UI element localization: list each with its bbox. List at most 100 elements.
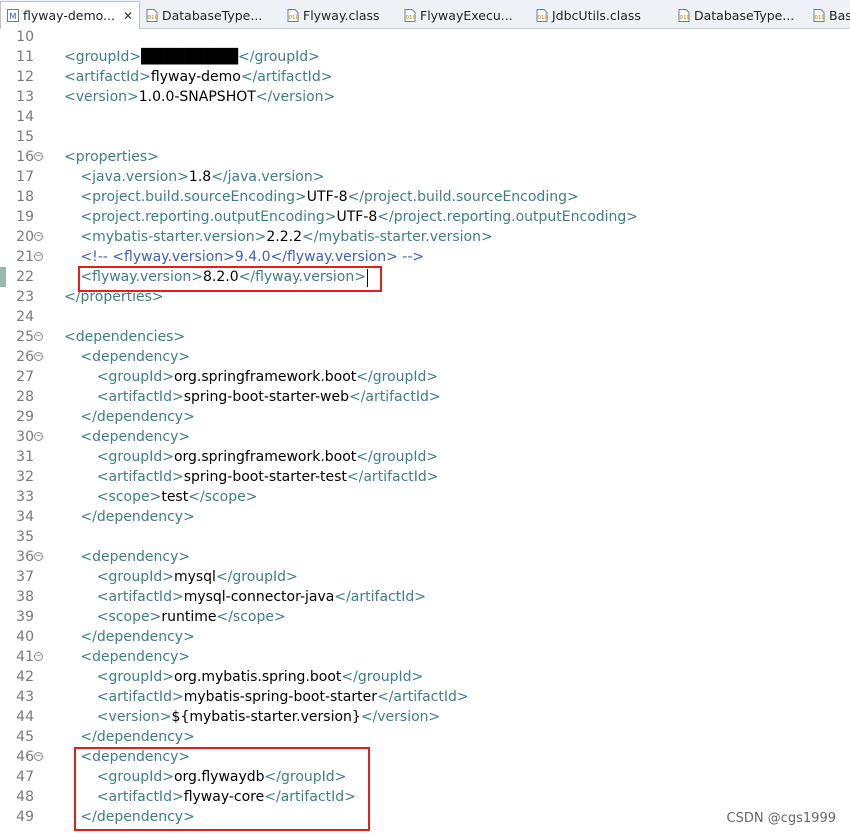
code-line[interactable]: 20− <mybatis-starter.version>2.2.2</mybat… xyxy=(0,227,850,247)
fold-toggle-icon[interactable]: − xyxy=(34,652,43,661)
fold-toggle-icon[interactable]: − xyxy=(34,552,43,561)
code-line[interactable]: 11 <groupId>█████████</groupId> xyxy=(0,47,850,67)
line-number: 32 xyxy=(16,469,34,485)
fold-toggle-icon[interactable]: − xyxy=(34,152,43,161)
line-number: 18 xyxy=(16,189,34,205)
code-line[interactable]: 31 <groupId>org.springframework.boot</gro… xyxy=(0,447,850,467)
highlight-box-flyway-version xyxy=(78,266,382,292)
code-line[interactable]: 44 <version>${mybatis-starter.version}</v… xyxy=(0,707,850,727)
code-text: <artifactId>spring-boot-starter-web</art… xyxy=(96,389,441,405)
code-line[interactable]: 39 <scope>runtime</scope> xyxy=(0,607,850,627)
code-text: <scope>runtime</scope> xyxy=(96,609,286,625)
code-text: <artifactId>mybatis-spring-boot-starter<… xyxy=(96,689,469,705)
line-number: 29 xyxy=(16,409,34,425)
change-marker xyxy=(0,267,6,287)
line-number: 37 xyxy=(16,569,34,585)
code-text: <artifactId>mysql-connector-java</artifa… xyxy=(96,589,426,605)
code-line[interactable]: 45 </dependency> xyxy=(0,727,850,747)
code-line[interactable]: 33 <scope>test</scope> xyxy=(0,487,850,507)
line-number: 44 xyxy=(16,709,34,725)
fold-toggle-icon[interactable]: − xyxy=(34,252,43,261)
code-line[interactable]: 35 xyxy=(0,527,850,547)
code-line[interactable]: 13 <version>1.0.0-SNAPSHOT</version> xyxy=(0,87,850,107)
code-text: <groupId>org.mybatis.spring.boot</groupI… xyxy=(96,669,424,685)
code-line[interactable]: 34 </dependency> xyxy=(0,507,850,527)
editor-tab[interactable]: 010 Flyway.class xyxy=(281,2,398,28)
line-number: 46 xyxy=(16,749,34,765)
close-icon[interactable]: ✕ xyxy=(123,9,133,23)
line-number: 34 xyxy=(16,509,34,525)
code-line[interactable]: 43 <artifactId>mybatis-spring-boot-starte… xyxy=(0,687,850,707)
fold-toggle-icon[interactable]: − xyxy=(34,332,43,341)
code-text: <dependencies> xyxy=(64,329,186,345)
editor-tab[interactable]: 010Base xyxy=(807,2,850,28)
code-text: <dependency> xyxy=(80,549,191,565)
line-number: 48 xyxy=(16,789,34,805)
code-line[interactable]: 12 <artifactId>flyway-demo</artifactId> xyxy=(0,67,850,87)
code-line[interactable]: 40 </dependency> xyxy=(0,627,850,647)
code-text: <project.reporting.outputEncoding>UTF-8<… xyxy=(80,209,639,225)
editor-tab[interactable]: 010 DatabaseType... xyxy=(672,2,807,28)
code-line[interactable]: 25− <dependencies> xyxy=(0,327,850,347)
class-file-icon: 010 xyxy=(678,8,690,22)
code-line[interactable]: 42 <groupId>org.mybatis.spring.boot</grou… xyxy=(0,667,850,687)
editor-tab[interactable]: 010 FlywayExecu... xyxy=(398,2,530,28)
code-text: <project.build.sourceEncoding>UTF-8</pro… xyxy=(80,189,579,205)
code-line[interactable]: 19 <project.reporting.outputEncoding>UTF-… xyxy=(0,207,850,227)
code-line[interactable]: 41− <dependency> xyxy=(0,647,850,667)
code-line[interactable]: 36− <dependency> xyxy=(0,547,850,567)
code-text: <mybatis-starter.version>2.2.2</mybatis-… xyxy=(80,229,493,245)
code-line[interactable]: 27 <groupId>org.springframework.boot</gro… xyxy=(0,367,850,387)
svg-text:010: 010 xyxy=(815,15,826,21)
line-number: 27 xyxy=(16,369,34,385)
code-line[interactable]: 32 <artifactId>spring-boot-starter-test</… xyxy=(0,467,850,487)
code-line[interactable]: 14 xyxy=(0,107,850,127)
line-number: 38 xyxy=(16,589,34,605)
line-number: 35 xyxy=(16,529,34,545)
code-line[interactable]: 16− <properties> xyxy=(0,147,850,167)
fold-toggle-icon[interactable]: − xyxy=(34,752,43,761)
code-line[interactable]: 24 xyxy=(0,307,850,327)
line-number: 26 xyxy=(16,349,34,365)
code-line[interactable]: 37 <groupId>mysql</groupId> xyxy=(0,567,850,587)
watermark: CSDN @cgs1999 xyxy=(726,811,836,826)
code-line[interactable]: 18 <project.build.sourceEncoding>UTF-8</p… xyxy=(0,187,850,207)
xml-editor[interactable]: 10 11 <groupId>█████████</groupId> 12 <artif… xyxy=(0,29,850,834)
code-text: <!-- <flyway.version>9.4.0</flyway.versi… xyxy=(80,249,425,265)
line-number: 28 xyxy=(16,389,34,405)
fold-toggle-icon[interactable]: − xyxy=(34,232,43,241)
fold-toggle-icon[interactable]: − xyxy=(34,352,43,361)
code-text: <artifactId>spring-boot-starter-test</ar… xyxy=(96,469,439,485)
line-number: 13 xyxy=(16,89,34,105)
code-line[interactable]: 29 </dependency> xyxy=(0,407,850,427)
line-number: 42 xyxy=(16,669,34,685)
code-line[interactable]: 28 <artifactId>spring-boot-starter-web</a… xyxy=(0,387,850,407)
fold-toggle-icon[interactable]: − xyxy=(34,432,43,441)
tab-label: Base xyxy=(829,7,850,23)
line-number: 20 xyxy=(16,229,34,245)
line-number: 47 xyxy=(16,769,34,785)
code-text: <groupId>mysql</groupId> xyxy=(96,569,298,585)
code-line[interactable]: 30− <dependency> xyxy=(0,427,850,447)
editor-tab[interactable]: 010 DatabaseType... xyxy=(140,2,281,28)
line-number: 49 xyxy=(16,809,34,825)
line-number: 12 xyxy=(16,69,34,85)
svg-text:010: 010 xyxy=(538,15,549,21)
line-number: 30 xyxy=(16,429,34,445)
code-line[interactable]: 15 xyxy=(0,127,850,147)
line-number: 11 xyxy=(16,49,34,65)
code-text: <properties> xyxy=(64,149,159,165)
code-line[interactable]: 38 <artifactId>mysql-connector-java</arti… xyxy=(0,587,850,607)
editor-tab[interactable]: Mflyway-demo... ✕ xyxy=(0,1,140,29)
line-number: 15 xyxy=(16,129,34,145)
line-number: 36 xyxy=(16,549,34,565)
code-line[interactable]: 17 <java.version>1.8</java.version> xyxy=(0,167,850,187)
class-file-icon: 010 xyxy=(536,8,549,22)
code-line[interactable]: 26− <dependency> xyxy=(0,347,850,367)
editor-tab[interactable]: 010 JdbcUtils.class xyxy=(530,2,672,28)
code-line[interactable]: 21− <!-- <flyway.version>9.4.0</flyway.ve… xyxy=(0,247,850,267)
code-line[interactable]: 10 xyxy=(0,27,850,47)
text-caret xyxy=(367,269,368,287)
line-number: 43 xyxy=(16,689,34,705)
tab-label: flyway-demo... xyxy=(23,8,115,23)
